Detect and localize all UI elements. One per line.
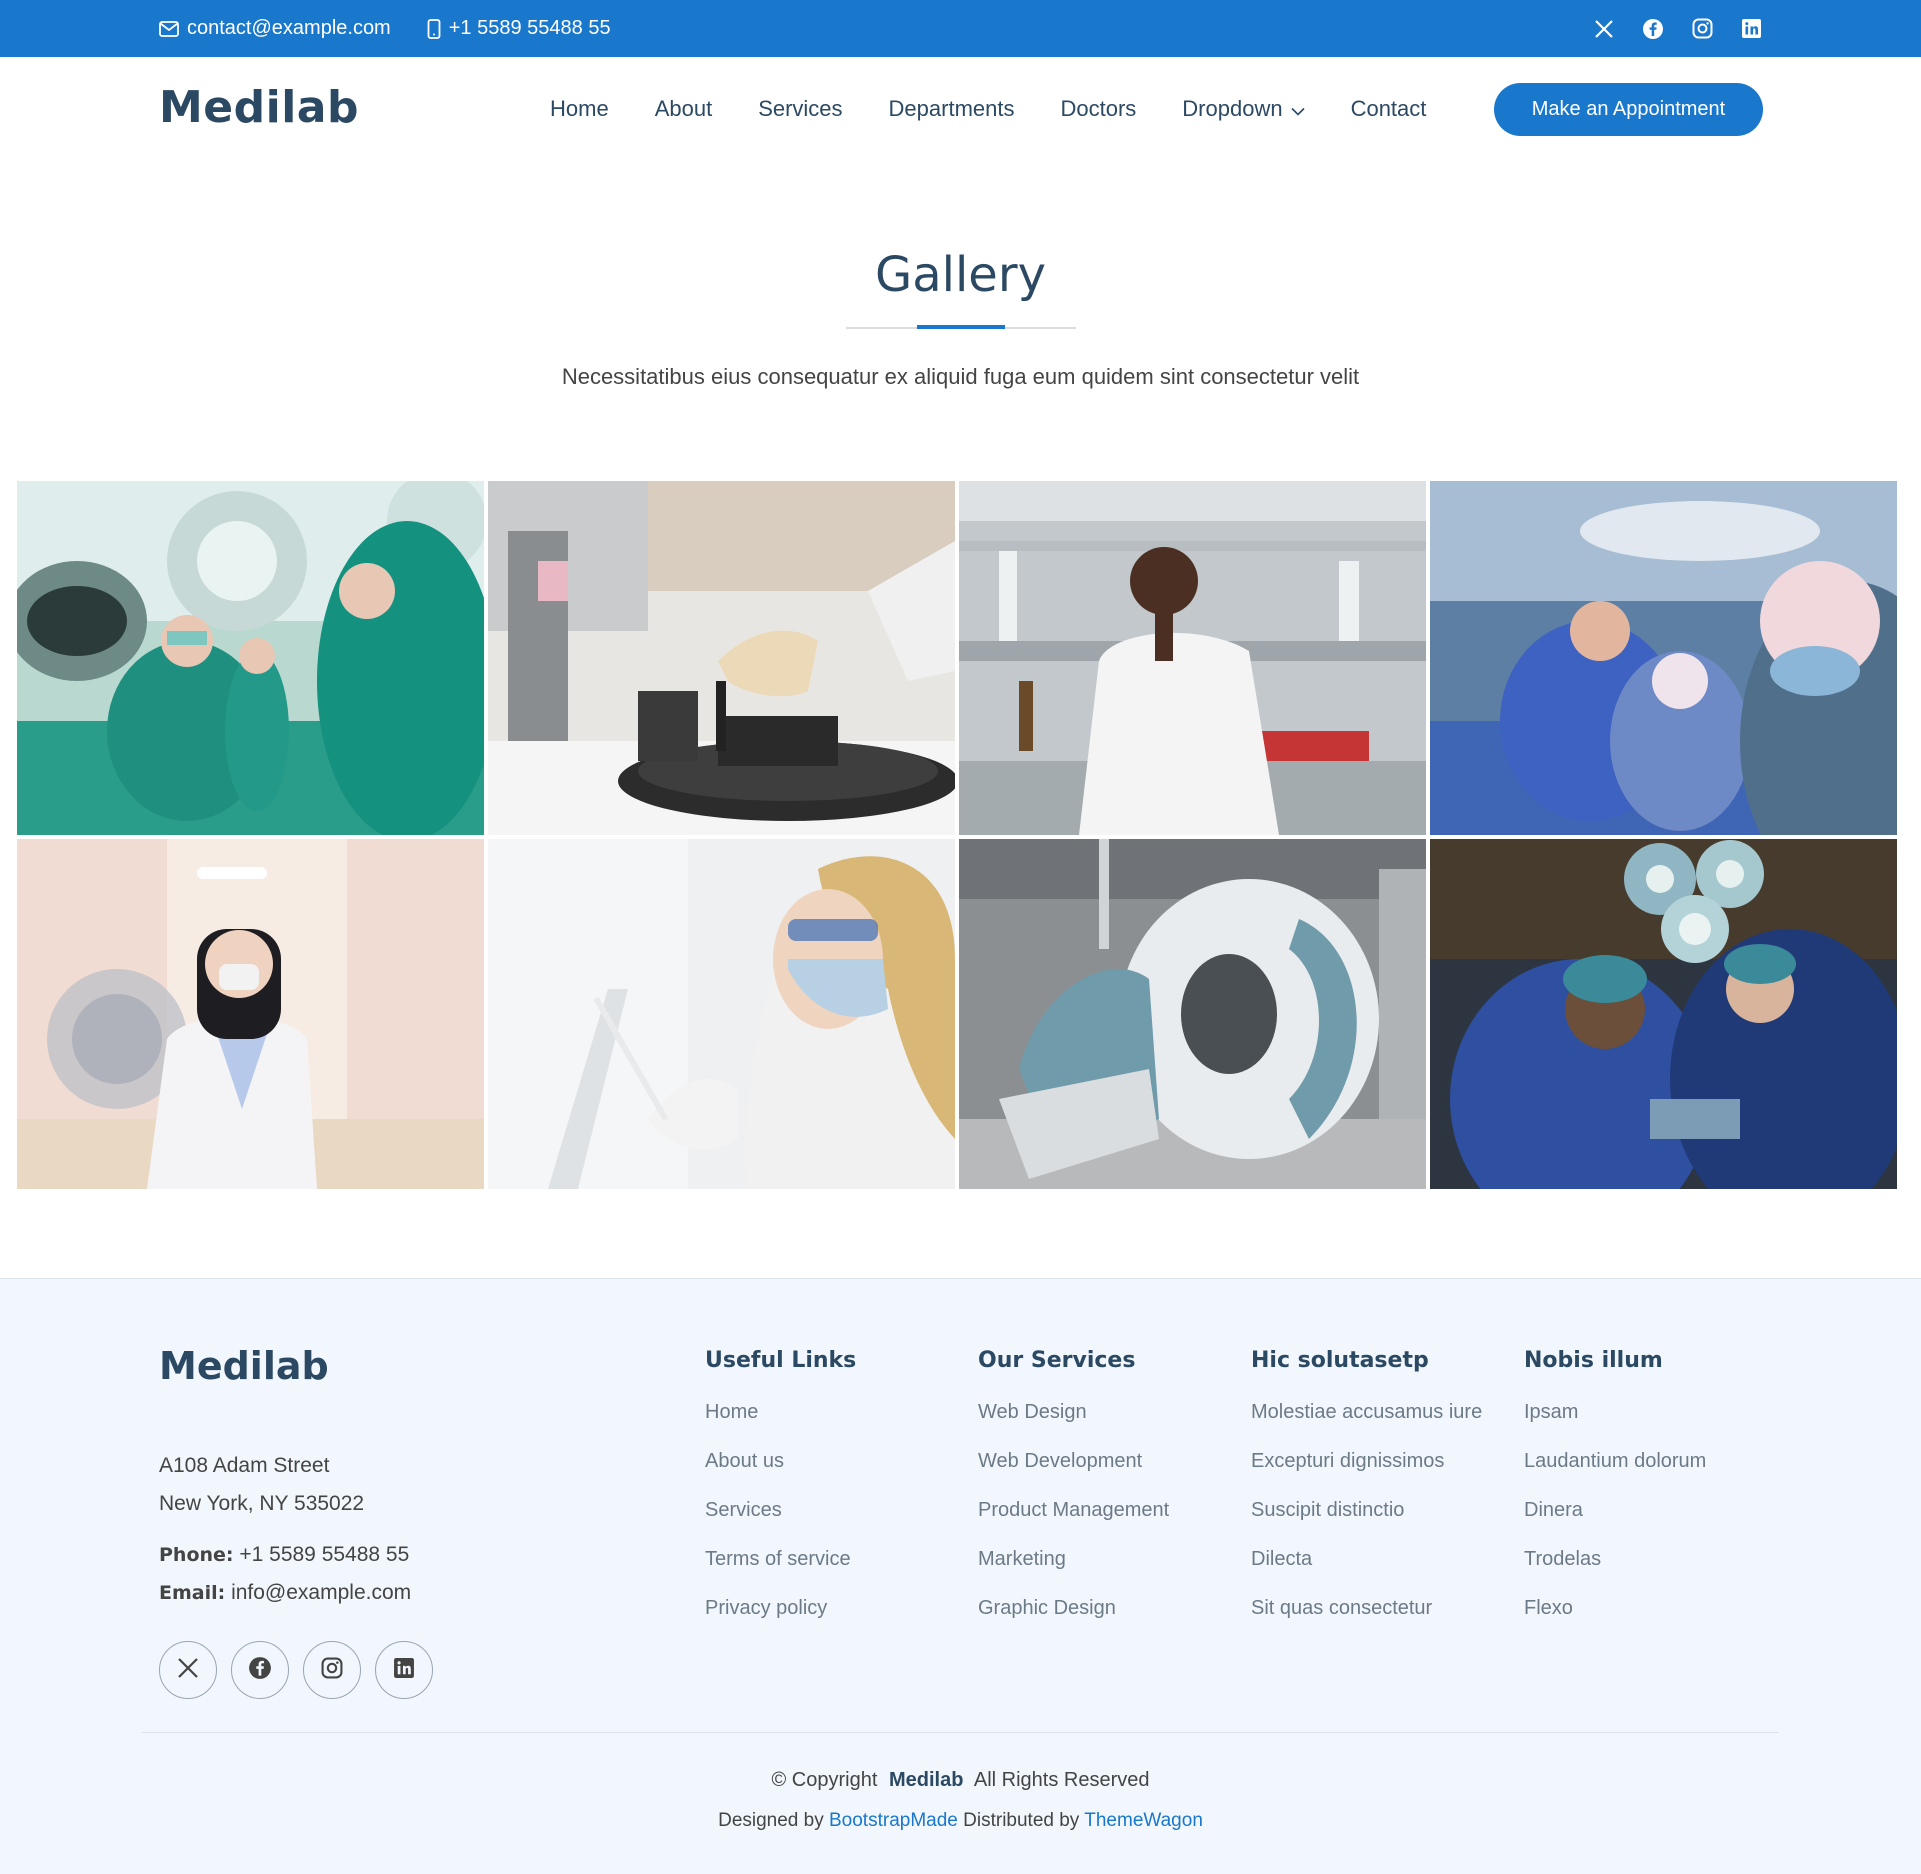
footer-link[interactable]: Sit quas consectetur <box>1251 1593 1482 1642</box>
gallery-image-lab-gloved-hand-test-tube[interactable] <box>488 481 955 835</box>
footer-link[interactable]: Ipsam <box>1524 1397 1706 1446</box>
designed-by-label: Designed by <box>718 1810 824 1831</box>
footer-link[interactable]: About us <box>705 1446 856 1495</box>
nav-about[interactable]: About <box>655 87 713 131</box>
footer-link[interactable]: Marketing <box>978 1544 1169 1593</box>
nav-dropdown[interactable]: Dropdown <box>1182 87 1305 131</box>
footer-contact: Phone: +1 5589 55488 55 Email: info@exam… <box>159 1536 411 1612</box>
site-logo[interactable]: Medilab <box>159 82 359 133</box>
footer-link[interactable]: Product Management <box>978 1495 1169 1544</box>
gallery-image-surgeons-operating-room[interactable] <box>17 481 484 835</box>
footer-x-twitter-button[interactable] <box>159 1641 217 1699</box>
footer-email[interactable]: info@example.com <box>231 1581 411 1604</box>
gallery-image-researcher-safety-glasses[interactable] <box>488 839 955 1189</box>
credits: Designed by BootstrapMade Distributed by… <box>0 1810 1921 1832</box>
title-underline <box>845 324 1076 329</box>
footer-email-row: Email: info@example.com <box>159 1574 411 1612</box>
footer-phone-row: Phone: +1 5589 55488 55 <box>159 1536 411 1574</box>
title-underline-accent <box>916 324 1005 329</box>
gallery-image-lab-researcher-white-coat[interactable] <box>959 481 1426 835</box>
footer-column-useful-links: Useful Links Home About us Services Term… <box>705 1348 856 1642</box>
footer-link[interactable]: Molestiae accusamus iure <box>1251 1397 1482 1446</box>
footer-link[interactable]: Excepturi dignissimos <box>1251 1446 1482 1495</box>
gallery-image-surgeons-under-lights[interactable] <box>1430 839 1897 1189</box>
footer-column-title: Hic solutasetp <box>1251 1348 1429 1373</box>
footer-link[interactable]: Laudantium dolorum <box>1524 1446 1706 1495</box>
nav-dropdown-label: Dropdown <box>1182 96 1283 121</box>
footer-column-title: Our Services <box>978 1348 1136 1373</box>
footer-instagram-button[interactable] <box>303 1641 361 1699</box>
footer-link[interactable]: Graphic Design <box>978 1593 1169 1642</box>
chevron-down-icon <box>1291 96 1305 122</box>
site-footer: Medilab A108 Adam Street New York, NY 53… <box>0 1278 1921 1874</box>
footer-column-title: Useful Links <box>705 1348 857 1373</box>
facebook-icon[interactable] <box>1642 18 1664 40</box>
instagram-icon[interactable] <box>1691 18 1713 40</box>
gallery-section-header: Gallery Necessitatibus eius consequatur … <box>0 163 1921 390</box>
footer-address-line2: New York, NY 535022 <box>159 1492 365 1515</box>
copyright: © Copyright Medilab All Rights Reserved <box>0 1769 1921 1792</box>
envelope-icon <box>159 20 179 37</box>
footer-link[interactable]: Web Design <box>978 1397 1169 1446</box>
topbar-email-text: contact@example.com <box>187 17 391 39</box>
copyright-brand: Medilab <box>888 1769 964 1791</box>
linkedin-icon[interactable] <box>1740 18 1762 40</box>
gallery-image-mri-scanner[interactable] <box>959 839 1426 1189</box>
phone-icon <box>427 18 441 39</box>
gallery-subtitle: Necessitatibus eius consequatur ex aliqu… <box>561 363 1360 389</box>
footer-link[interactable]: Home <box>705 1397 856 1446</box>
footer-divider <box>142 1732 1779 1733</box>
gallery-image-surgical-team-operating[interactable] <box>1430 481 1897 835</box>
footer-social-links <box>159 1641 433 1699</box>
footer-column-hic-solutasetp: Hic solutasetp Molestiae accusamus iure … <box>1251 1348 1482 1642</box>
footer-facebook-button[interactable] <box>231 1641 289 1699</box>
footer-link[interactable]: Dilecta <box>1251 1544 1482 1593</box>
footer-link[interactable]: Web Development <box>978 1446 1169 1495</box>
top-bar: contact@example.com +1 5589 55488 55 <box>0 0 1921 57</box>
make-appointment-button[interactable]: Make an Appointment <box>1494 83 1763 136</box>
instagram-icon <box>321 1657 343 1684</box>
topbar-phone[interactable]: +1 5589 55488 55 <box>427 17 611 40</box>
bootstrapmade-link[interactable]: BootstrapMade <box>829 1810 958 1831</box>
linkedin-icon <box>393 1657 415 1684</box>
x-twitter-icon <box>177 1657 199 1684</box>
nav-home[interactable]: Home <box>550 87 609 131</box>
footer-column-our-services: Our Services Web Design Web Development … <box>978 1348 1169 1642</box>
footer-logo[interactable]: Medilab <box>159 1344 329 1388</box>
footer-link[interactable]: Suscipit distinctio <box>1251 1495 1482 1544</box>
copyright-prefix: © Copyright <box>771 1769 878 1791</box>
main-nav: Home About Services Departments Doctors … <box>550 87 1472 131</box>
footer-link[interactable]: Dinera <box>1524 1495 1706 1544</box>
footer-phone-label: Phone: <box>159 1544 234 1566</box>
distributed-by-label: Distributed by <box>963 1810 1080 1831</box>
footer-address-line1: A108 Adam Street <box>159 1454 330 1477</box>
footer-link[interactable]: Services <box>705 1495 856 1544</box>
topbar-email[interactable]: contact@example.com <box>159 17 391 40</box>
footer-link[interactable]: Privacy policy <box>705 1593 856 1642</box>
x-twitter-icon[interactable] <box>1593 18 1615 40</box>
gallery-title: Gallery <box>875 247 1046 303</box>
footer-link[interactable]: Terms of service <box>705 1544 856 1593</box>
site-header: Medilab Home About Services Departments … <box>0 57 1921 163</box>
footer-column-nobis-illum: Nobis illum Ipsam Laudantium dolorum Din… <box>1524 1348 1706 1642</box>
facebook-icon <box>248 1656 272 1685</box>
footer-link[interactable]: Trodelas <box>1524 1544 1706 1593</box>
nav-doctors[interactable]: Doctors <box>1061 87 1137 131</box>
copyright-suffix: All Rights Reserved <box>973 1769 1150 1791</box>
footer-phone: +1 5589 55488 55 <box>239 1543 410 1566</box>
footer-link[interactable]: Flexo <box>1524 1593 1706 1642</box>
gallery-image-doctor-hospital-corridor[interactable] <box>17 839 484 1189</box>
footer-address: A108 Adam Street New York, NY 535022 <box>159 1447 364 1523</box>
nav-services[interactable]: Services <box>758 87 842 131</box>
themewagon-link[interactable]: ThemeWagon <box>1084 1810 1203 1831</box>
nav-departments[interactable]: Departments <box>889 87 1015 131</box>
nav-contact[interactable]: Contact <box>1351 87 1427 131</box>
footer-linkedin-button[interactable] <box>375 1641 433 1699</box>
gallery-grid <box>17 481 1901 1189</box>
topbar-phone-text: +1 5589 55488 55 <box>448 17 611 39</box>
footer-email-label: Email: <box>159 1582 226 1604</box>
footer-column-title: Nobis illum <box>1524 1348 1663 1373</box>
